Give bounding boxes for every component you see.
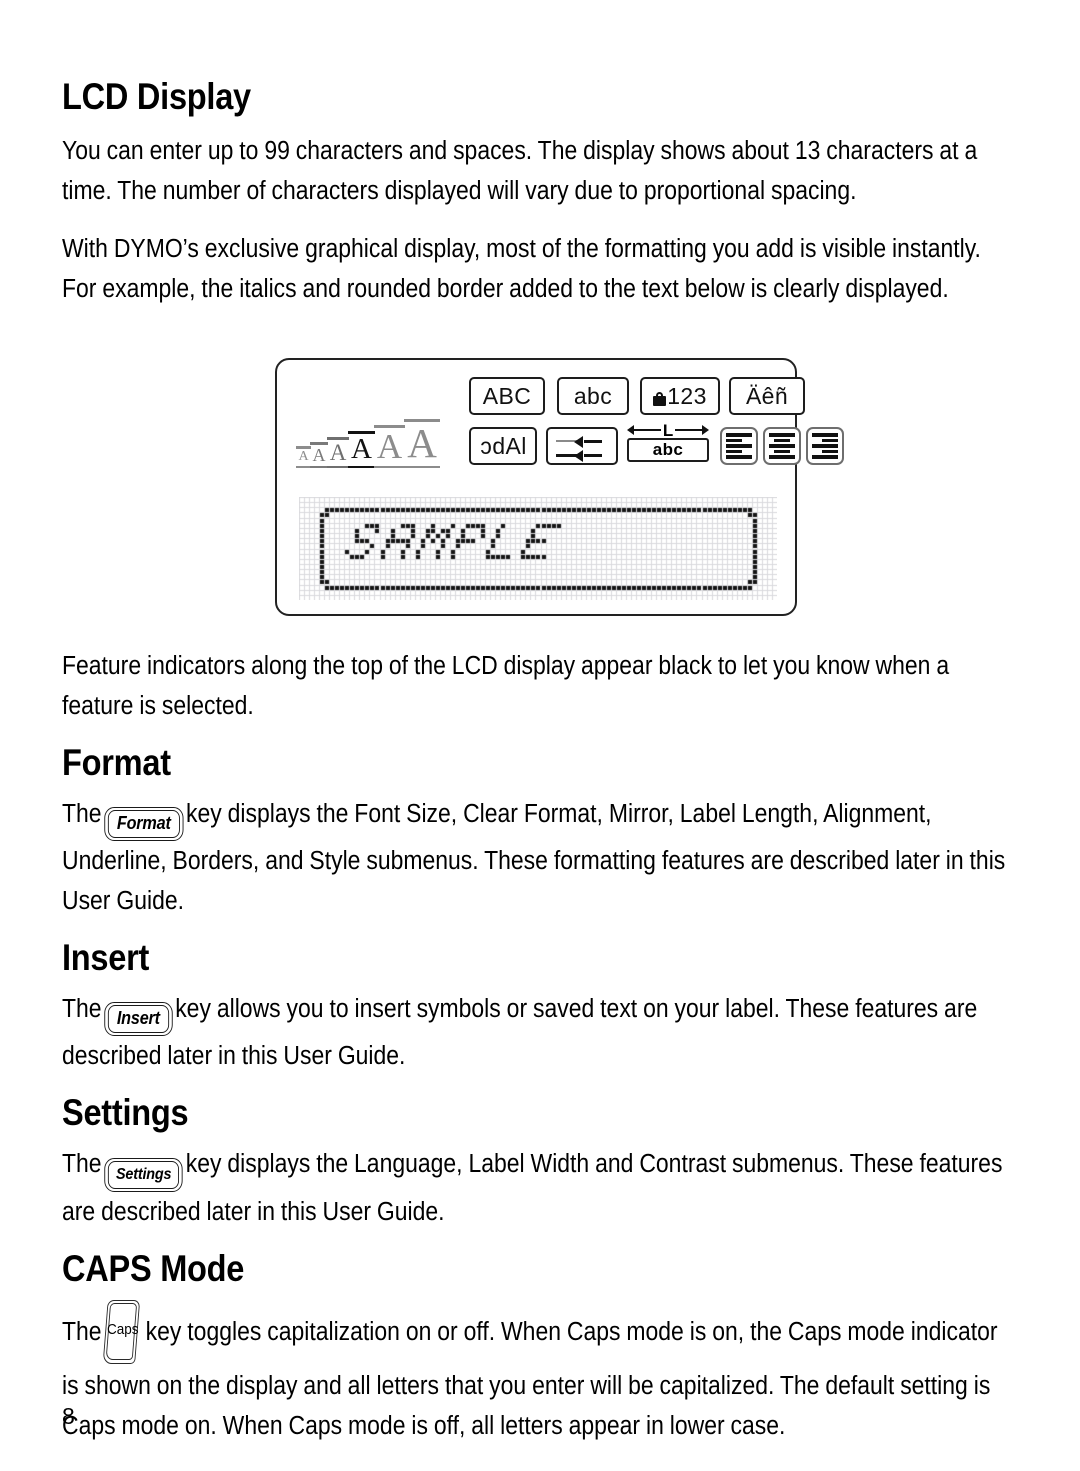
section-title-settings: Settings — [62, 1092, 189, 1133]
align-left-indicator — [720, 427, 758, 465]
page-content-lower: Feature indicators along the top of the … — [62, 646, 1018, 1446]
manual-page: LCD Display You can enter up to 99 chara… — [0, 0, 1080, 1471]
format-text-after: key displays the Font Size, Clear Format… — [62, 800, 1006, 915]
insert-text-before: The — [62, 995, 102, 1023]
lowercase-indicator: abc — [557, 377, 629, 415]
caps-key-label: Caps — [106, 1321, 139, 1338]
format-key-label: Format — [107, 810, 180, 838]
paragraph-lcd-1: You can enter up to 99 characters and sp… — [62, 137, 978, 205]
font-size-step-5: A — [373, 425, 406, 468]
arrow-left-icon — [627, 425, 634, 435]
settings-key-label: Settings — [107, 1161, 180, 1189]
section-title-caps-mode: CAPS Mode — [62, 1248, 245, 1289]
label-length-indicator: L abc — [627, 420, 710, 465]
label-length-measure: L — [662, 420, 674, 440]
align-center-indicator — [763, 427, 801, 465]
settings-key[interactable]: Settings — [104, 1158, 184, 1192]
arrow-right-icon — [702, 425, 710, 435]
paragraph-lcd-2: With DYMO’s exclusive graphical display,… — [62, 235, 981, 303]
paragraph-lcd-caption: Feature indicators along the top of the … — [62, 652, 950, 720]
paragraph-insert: The Insert key allows you to insert symbol… — [62, 989, 1017, 1076]
insert-key[interactable]: Insert — [104, 1002, 173, 1036]
section-title-insert: Insert — [62, 937, 150, 978]
numlock-indicator-label: 123 — [667, 382, 707, 409]
caps-text-after: key toggles capitalization on or off. Wh… — [62, 1318, 998, 1440]
paragraph-format: The Format key displays the Font Size, Cle… — [62, 794, 1017, 921]
lcd-display-figure: AAAAAA ABC abc 123 Äêñ lAbc L abc — [275, 358, 844, 616]
accents-indicator: Äêñ — [729, 377, 805, 415]
mirror-indicator: lAbc — [469, 427, 537, 465]
format-key[interactable]: Format — [104, 807, 184, 841]
page-number: 8 — [62, 1403, 75, 1429]
dot-matrix-screen — [299, 497, 777, 600]
font-size-step-6: A — [403, 419, 441, 468]
section-title-format: Format — [62, 742, 171, 783]
align-right-indicator — [806, 427, 844, 465]
page-content: LCD Display You can enter up to 99 chara… — [62, 78, 1018, 327]
accents-indicator-label: Äêñ — [745, 382, 789, 409]
paragraph-settings: The Settings key displays the Language, La… — [62, 1144, 1017, 1232]
format-text-before: The — [62, 800, 102, 828]
page-title: LCD Display — [62, 76, 251, 117]
lock-icon — [653, 391, 667, 406]
caps-indicator-label: ABC — [482, 382, 532, 409]
underline-indicator — [546, 427, 618, 465]
caps-key[interactable]: Caps — [102, 1300, 142, 1366]
numlock-indicator: 123 — [640, 377, 720, 415]
paragraph-caps-mode: The Caps key toggles capitalization on or … — [62, 1300, 1017, 1446]
settings-text-before: The — [62, 1150, 102, 1178]
insert-text-after: key allows you to insert symbols or save… — [62, 995, 978, 1070]
font-size-indicator: AAAAAA — [295, 410, 445, 468]
mirror-indicator-label: lAbc — [479, 432, 527, 459]
caps-indicator: ABC — [469, 377, 545, 415]
font-size-step-4: A — [347, 431, 376, 468]
settings-text-after: key displays the Language, Label Width a… — [62, 1150, 1003, 1226]
insert-key-label: Insert — [107, 1005, 169, 1033]
caps-text-before: The — [62, 1318, 102, 1346]
lowercase-indicator-label: abc — [573, 382, 613, 409]
label-length-text: abc — [652, 440, 684, 459]
